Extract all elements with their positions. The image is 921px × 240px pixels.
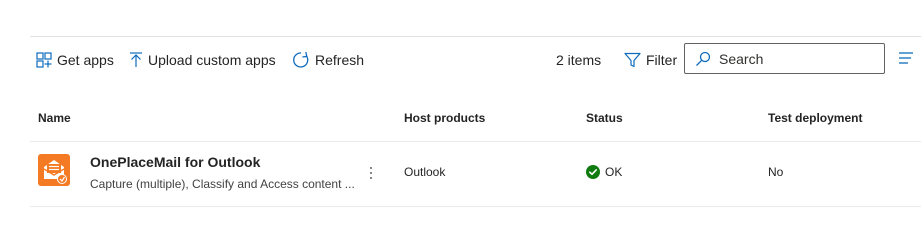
refresh-button[interactable]: Refresh [292,47,364,73]
host-products-cell: Outlook [404,165,446,179]
more-vertical-icon [370,167,372,169]
status-cell: OK [586,165,622,179]
refresh-label: Refresh [315,52,365,68]
search-icon [696,51,711,66]
grid-plus-icon [36,52,52,68]
get-apps-label: Get apps [57,52,114,68]
filter-label: Filter [646,52,678,68]
search-input[interactable] [719,50,869,67]
column-header-name[interactable]: Name [38,111,71,125]
get-apps-button[interactable]: Get apps [36,47,114,73]
upload-custom-apps-button[interactable]: Upload custom apps [129,47,276,73]
table-row[interactable] [30,141,921,207]
filter-button[interactable]: Filter [624,47,677,73]
app-description: Capture (multiple), Classify and Access … [90,177,355,191]
column-header-test-deployment[interactable]: Test deployment [768,111,862,125]
oneplacemail-app-icon [38,154,70,186]
test-deployment-cell: No [768,165,784,179]
toolbar-top-divider [30,36,921,37]
upload-custom-apps-label: Upload custom apps [148,52,276,68]
funnel-icon [624,52,641,68]
upload-arrow-icon [130,52,142,67]
refresh-icon [293,51,309,68]
items-count: 2 items [556,52,602,68]
more-options-button[interactable] [364,163,378,183]
search-box[interactable] [684,43,885,74]
status-label: OK [605,165,623,179]
list-view-icon[interactable] [898,52,914,64]
app-name[interactable]: OnePlaceMail for Outlook [90,154,260,170]
column-header-host-products[interactable]: Host products [404,111,485,125]
column-header-status[interactable]: Status [586,111,623,125]
checkmark-circle-icon [586,165,600,179]
